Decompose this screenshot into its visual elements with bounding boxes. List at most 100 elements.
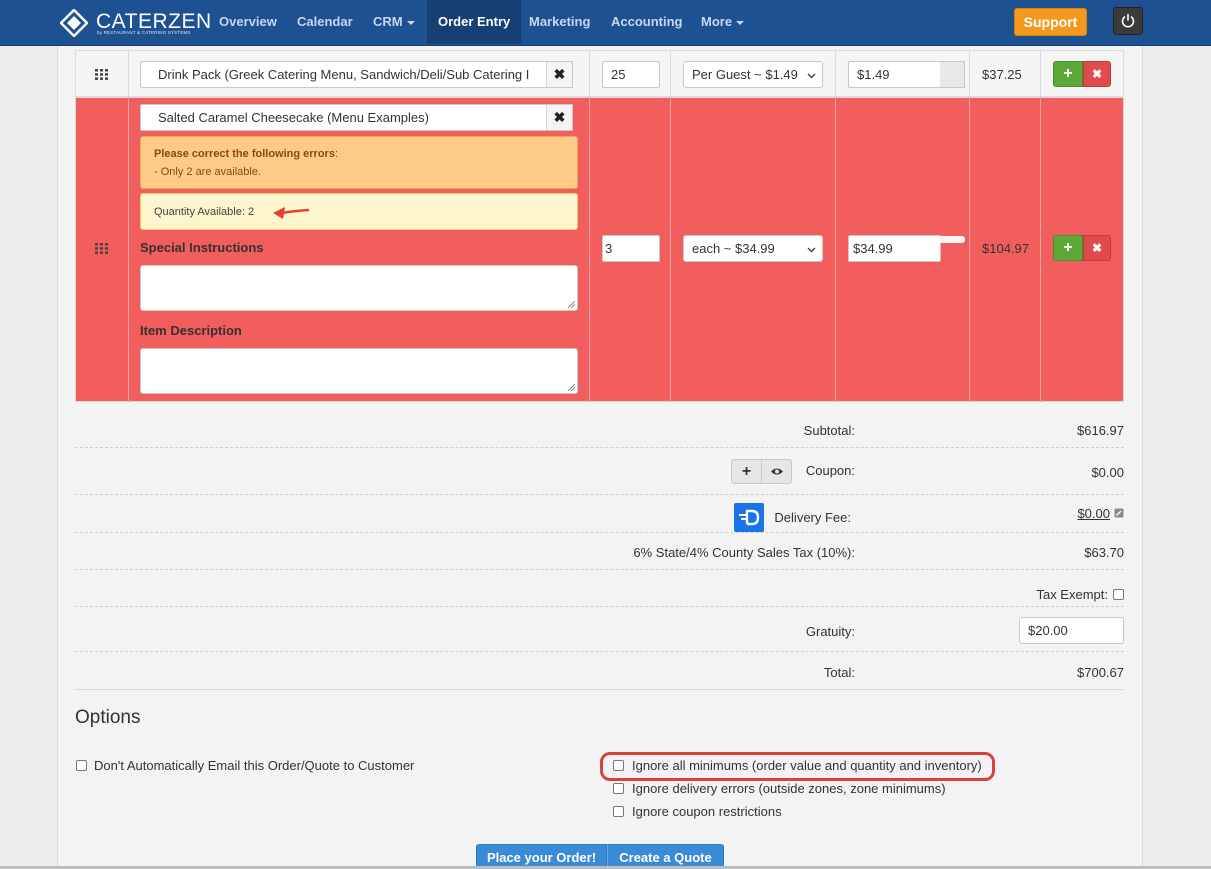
tax-exempt-checkbox[interactable] xyxy=(1113,589,1124,600)
clear-item-button[interactable]: ✖ xyxy=(546,61,573,88)
chevron-down-icon xyxy=(736,20,745,25)
column-divider xyxy=(589,50,590,97)
close-icon: ✖ xyxy=(553,109,566,125)
nav-crm-label: CRM xyxy=(373,14,403,29)
item-name-input[interactable]: Salted Caramel Cheesecake (Menu Examples… xyxy=(140,104,547,131)
delivery-fee-label: Delivery Fee: xyxy=(774,510,851,525)
special-instructions-textarea[interactable] xyxy=(140,265,578,311)
caterzen-logo[interactable]: CATERZEN by RESTAURANT & CATERING SYSTEM… xyxy=(60,8,211,38)
item-description-textarea[interactable] xyxy=(140,348,578,394)
options-title: Options xyxy=(75,707,141,728)
column-divider xyxy=(835,50,836,97)
nav-calendar[interactable]: Calendar xyxy=(297,0,353,44)
ignore-delivery-errors-checkbox[interactable] xyxy=(613,783,624,794)
divider xyxy=(75,569,1124,570)
column-divider xyxy=(835,97,836,402)
close-icon: ✖ xyxy=(553,66,566,82)
line-total: $104.97 xyxy=(982,241,1029,256)
sales-tax-label: 6% State/4% County Sales Tax (10%): xyxy=(633,545,855,560)
subtotal-value: $616.97 xyxy=(1077,423,1124,438)
availability-notice: Quantity Available: 2 xyxy=(140,193,578,230)
ignore-delivery-errors-label: Ignore delivery errors (outside zones, z… xyxy=(632,781,946,796)
nav-order-entry[interactable]: Order Entry xyxy=(427,0,522,44)
item-description-label: Item Description xyxy=(140,323,242,338)
error-message: - Only 2 are available. xyxy=(154,166,261,178)
add-item-button[interactable]: + xyxy=(1053,235,1083,261)
error-title: Please correct the following errors: xyxy=(154,148,338,160)
nav-marketing[interactable]: Marketing xyxy=(529,0,590,44)
edit-icon[interactable] xyxy=(1114,508,1124,518)
support-button[interactable]: Support xyxy=(1014,8,1087,36)
divider xyxy=(75,447,1124,448)
subtotal-label: Subtotal: xyxy=(803,423,855,438)
divider xyxy=(75,532,1124,533)
gratuity-input[interactable]: $20.00 xyxy=(1019,617,1124,644)
chevron-down-icon xyxy=(807,247,816,253)
close-icon: ✖ xyxy=(1091,67,1103,81)
unit-price-input[interactable]: $1.49 xyxy=(848,61,941,88)
chevron-down-icon xyxy=(807,73,816,79)
top-navbar: CATERZEN by RESTAURANT & CATERING SYSTEM… xyxy=(0,0,1211,46)
chevron-down-icon xyxy=(406,20,415,25)
column-divider xyxy=(969,50,970,97)
price-addon xyxy=(940,236,965,243)
nav-accounting[interactable]: Accounting xyxy=(611,0,683,44)
nav-overview[interactable]: Overview xyxy=(219,0,277,44)
divider xyxy=(75,494,1124,495)
column-divider xyxy=(128,97,129,402)
nav-more[interactable]: More xyxy=(701,0,745,44)
dont-email-label: Don't Automatically Email this Order/Quo… xyxy=(94,758,415,773)
pricing-option-value: each ~ $34.99 xyxy=(692,241,775,256)
power-icon xyxy=(1121,13,1135,28)
pricing-option-select[interactable]: each ~ $34.99 xyxy=(683,235,823,262)
column-divider xyxy=(128,50,129,97)
quantity-available-text: Quantity Available: 2 xyxy=(154,206,255,218)
nav-more-label: More xyxy=(701,14,733,29)
remove-item-button[interactable]: ✖ xyxy=(1083,61,1111,87)
unit-price-input[interactable]: $34.99 xyxy=(848,235,941,262)
drag-handle-icon[interactable] xyxy=(95,69,109,80)
remove-item-button[interactable]: ✖ xyxy=(1083,235,1111,261)
drag-handle-icon[interactable] xyxy=(95,243,109,254)
error-title-text: Please correct the following errors xyxy=(154,148,335,160)
quantity-input[interactable]: 3 xyxy=(602,235,660,262)
delivery-fee-value[interactable]: $0.00 xyxy=(1000,506,1110,521)
nav-crm[interactable]: CRM xyxy=(373,0,415,44)
resize-grip-icon[interactable] xyxy=(568,301,575,308)
divider xyxy=(75,689,1124,690)
dont-email-checkbox[interactable] xyxy=(76,760,87,771)
ignore-coupon-checkbox[interactable] xyxy=(613,806,624,817)
column-divider xyxy=(969,97,970,402)
column-divider xyxy=(670,97,671,402)
pricing-option-select[interactable]: Per Guest ~ $1.49 xyxy=(683,61,823,88)
column-divider xyxy=(1040,97,1041,402)
line-total: $37.25 xyxy=(982,67,1022,82)
plus-icon: + xyxy=(1063,65,1073,82)
column-divider xyxy=(589,97,590,402)
close-icon: ✖ xyxy=(1091,241,1103,255)
ignore-minimums-label: Ignore all minimums (order value and qua… xyxy=(632,758,982,773)
quantity-input[interactable]: 25 xyxy=(602,61,660,88)
gratuity-label: Gratuity: xyxy=(805,624,855,639)
ignore-minimums-checkbox[interactable] xyxy=(613,760,624,771)
error-title-colon: : xyxy=(334,148,339,160)
ignore-coupon-label: Ignore coupon restrictions xyxy=(632,804,782,819)
logout-button[interactable] xyxy=(1113,7,1143,35)
plus-icon: + xyxy=(1063,239,1073,256)
price-addon xyxy=(940,61,965,88)
divider xyxy=(75,606,1124,607)
item-name-input[interactable]: Drink Pack (Greek Catering Menu, Sandwic… xyxy=(140,61,547,88)
coupon-value: $0.00 xyxy=(1091,465,1124,480)
total-value: $700.67 xyxy=(1077,665,1124,680)
clear-item-button[interactable]: ✖ xyxy=(546,104,573,131)
tax-exempt-label: Tax Exempt: xyxy=(1036,587,1108,602)
resize-grip-icon[interactable] xyxy=(568,384,575,391)
error-alert: Please correct the following errors: - O… xyxy=(140,136,578,189)
divider xyxy=(75,651,1124,652)
caterzen-diamond-icon xyxy=(60,9,88,37)
coupon-label: Coupon: xyxy=(805,463,855,478)
sales-tax-value: $63.70 xyxy=(1084,545,1124,560)
brand-tagline: by RESTAURANT & CATERING SYSTEMS xyxy=(97,30,191,35)
add-item-button[interactable]: + xyxy=(1053,61,1083,87)
arrow-left-icon xyxy=(273,207,310,219)
